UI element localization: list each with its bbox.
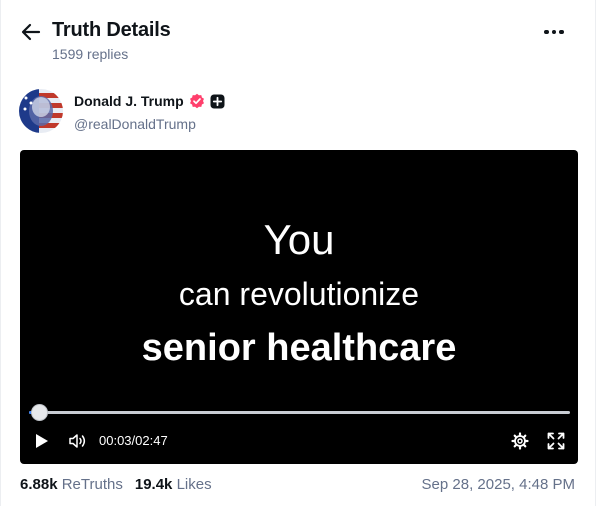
more-icon [544,29,549,35]
author-name-row: Donald J. Trump [74,93,225,109]
video-caption-line-2: can revolutionize [178,276,420,312]
play-icon [36,434,48,448]
author-name[interactable]: Donald J. Trump [74,93,184,109]
retruths-stat[interactable]: 6.88k ReTruths [20,476,123,493]
video-settings-button[interactable] [511,432,529,450]
author-handle[interactable]: @realDonaldTrump [74,116,196,132]
post-stats: 6.88k ReTruths 19.4k Likes [20,476,212,493]
back-button[interactable] [19,20,43,44]
video-scrubber-handle[interactable] [30,404,48,421]
plus-badge-icon [210,94,225,108]
truth-details-panel: Truth Details 1599 replies Donald J. Tru… [0,0,596,506]
gear-icon [511,432,529,450]
video-time: 00:03/02:47 [99,433,168,448]
more-options-button[interactable] [539,22,569,42]
play-button[interactable] [34,432,50,450]
volume-icon [69,434,86,448]
replies-count: 1599 replies [52,46,129,62]
video-caption-line-1: You [263,216,335,263]
retruths-count: 6.88k [20,476,58,493]
likes-stat[interactable]: 19.4k Likes [135,476,212,493]
back-arrow-icon [21,23,41,41]
post-author: Donald J. Trump @realDonaldTrump [19,89,419,135]
verified-badge-icon [189,93,204,109]
likes-count: 19.4k [134,476,173,493]
video-duration: 02:47 [135,433,168,448]
retruths-label: ReTruths [61,476,123,493]
video-progress-bar[interactable] [29,404,570,421]
video-current-time: 00:03 [99,433,132,448]
page-title: Truth Details [52,19,171,41]
post-timestamp: Sep 28, 2025, 4:48 PM [421,476,575,493]
page-header: Truth Details 1599 replies [1,0,596,80]
fullscreen-icon [547,432,565,450]
video-player[interactable]: You can revolutionize senior healthcare … [20,150,578,464]
volume-button[interactable] [68,432,88,450]
video-caption-line-3: senior healthcare [141,327,457,369]
fullscreen-button[interactable] [547,432,565,450]
likes-label: Likes [176,476,212,493]
avatar[interactable] [19,89,63,133]
